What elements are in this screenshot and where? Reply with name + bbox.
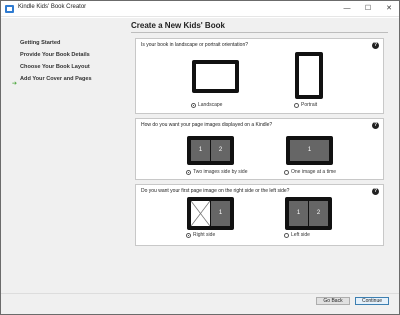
landscape-option[interactable]: Landscape [191, 102, 222, 108]
one-image-label: One image at a time [291, 169, 337, 175]
two-images-option[interactable]: Two images side by side [186, 169, 247, 175]
close-icon[interactable]: ✕ [382, 1, 396, 16]
two-images-label: Two images side by side [193, 169, 248, 175]
right-side-radio[interactable] [186, 232, 191, 238]
title-bar: Kindle Kids' Book Creator — ☐ ✕ [1, 1, 399, 17]
left-side-radio[interactable] [284, 232, 289, 238]
right-side-label: Right side [193, 232, 216, 238]
page-2: 2 [211, 140, 230, 161]
app-window: Kindle Kids' Book Creator — ☐ ✕ Getting … [0, 0, 400, 315]
first-page-panel: Do you want your first page image on the… [135, 184, 384, 246]
maximize-icon[interactable]: ☐ [361, 1, 375, 16]
page-1: 1 [191, 140, 210, 161]
landscape-radio[interactable] [191, 102, 196, 108]
main-content: Create a New Kids' Book Is your book in … [126, 18, 399, 293]
orientation-question: Is your book in landscape or portrait or… [141, 42, 249, 48]
portrait-radio[interactable] [294, 102, 299, 108]
one-image-radio[interactable] [284, 169, 289, 175]
help-icon[interactable]: ? [372, 188, 379, 195]
landscape-screen [196, 64, 235, 89]
right-side-option[interactable]: Right side [186, 232, 215, 238]
page-title: Create a New Kids' Book [131, 21, 225, 30]
left-side-label: Left side [291, 232, 310, 238]
minimize-icon[interactable]: — [340, 1, 354, 16]
sidebar-item-cover-pages[interactable]: Add Your Cover and Pages [20, 76, 92, 82]
help-icon[interactable]: ? [372, 42, 379, 49]
footer: Go Back Continue [1, 293, 399, 314]
two-images-device-image[interactable]: 1 2 [187, 136, 234, 165]
window-title: Kindle Kids' Book Creator [18, 4, 87, 10]
blank-page [191, 201, 210, 226]
display-panel: How do you want your page images display… [135, 118, 384, 180]
one-image-device-image[interactable]: 1 [286, 136, 333, 165]
sidebar-item-getting-started[interactable]: Getting Started [20, 40, 60, 46]
page-1: 1 [289, 201, 308, 226]
right-side-device-image[interactable]: 1 [187, 197, 234, 230]
portrait-device-image[interactable] [295, 52, 323, 99]
continue-button[interactable]: Continue [355, 297, 389, 305]
current-step-arrow-icon: ➔ [12, 81, 18, 87]
two-images-radio[interactable] [186, 169, 191, 175]
portrait-option[interactable]: Portrait [294, 102, 317, 108]
page-1: 1 [211, 201, 230, 226]
sidebar-item-book-details[interactable]: Provide Your Book Details [20, 52, 90, 58]
first-page-question: Do you want your first page image on the… [141, 188, 290, 194]
left-side-option[interactable]: Left side [284, 232, 310, 238]
page-1: 1 [290, 140, 329, 161]
portrait-screen [299, 56, 319, 95]
landscape-label: Landscape [198, 102, 223, 108]
left-side-device-image[interactable]: 1 2 [285, 197, 332, 230]
sidebar: Getting Started Provide Your Book Detail… [1, 18, 126, 293]
one-image-option[interactable]: One image at a time [284, 169, 336, 175]
portrait-label: Portrait [301, 102, 318, 108]
display-question: How do you want your page images display… [141, 122, 273, 128]
sidebar-item-book-layout[interactable]: Choose Your Book Layout [20, 64, 90, 70]
page-2: 2 [309, 201, 328, 226]
orientation-panel: Is your book in landscape or portrait or… [135, 38, 384, 114]
landscape-device-image[interactable] [192, 60, 239, 93]
title-divider [131, 32, 388, 33]
go-back-button[interactable]: Go Back [316, 297, 350, 305]
kindle-app-icon [5, 5, 14, 13]
help-icon[interactable]: ? [372, 122, 379, 129]
